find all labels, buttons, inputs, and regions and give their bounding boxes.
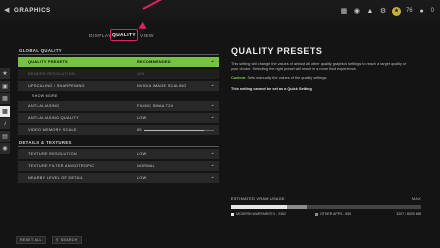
search-icon: ⚲ [55,238,59,242]
texture-resolution-row[interactable]: TEXTURE RESOLUTION LOW ⌄ [18,149,219,159]
texture-filter-row[interactable]: TEXTURE FILTER ANISOTROPIC NORMAL ⌄ [18,161,219,171]
friends-icon[interactable]: ● [418,7,426,15]
speaker-icon[interactable]: ♪ [0,118,10,129]
reset-label: RESET ALL [20,238,42,242]
legend-swatch-app [231,212,234,216]
search-label: SEARCH [60,238,78,242]
reset-all-button[interactable]: RESET ALL [16,236,46,244]
row-label: ANTI-ALIASING QUALITY [28,116,80,120]
nearby-lod-row[interactable]: NEARBY LEVEL OF DETAIL LOW ⌄ [18,173,219,183]
section-header-details: DETAILS & TEXTURES [18,138,219,147]
chevron-down-icon: ⌄ [210,174,215,180]
vram-max-label: MAX [411,197,421,201]
row-value: LOW [137,176,147,180]
vram-legend: MODERN WARFARE® II : 2352 OTHER APPS : 8… [231,212,421,218]
row-label: TEXTURE FILTER ANISOTROPIC [28,164,95,168]
row-value: 100 [137,72,145,76]
star-icon[interactable]: ★ [0,68,10,79]
custom-label: Custom: [231,76,247,80]
quality-presets-row[interactable]: QUALITY PRESETS RECOMMENDED ⌄ [18,57,219,67]
row-value: LOW [137,116,147,120]
aa-quality-row[interactable]: ANTI-ALIASING QUALITY LOW ⌄ [18,113,219,123]
vram-legend-app: MODERN WARFARE® II : 2352 [231,212,286,216]
back-icon[interactable]: ◀ [4,7,11,14]
custom-text: Sets manually the values of the quality … [247,76,328,80]
vram-bar [231,205,421,209]
chevron-down-icon: ⌄ [210,114,215,120]
row-label: QUALITY PRESETS [28,60,68,64]
row-value: NORMAL [137,164,156,168]
row-value: NVIDIA IMAGE SCALING [137,84,187,88]
row-label: NEARBY LEVEL OF DETAIL [28,176,84,180]
description-note: This setting cannot be set as a Quick Se… [231,87,312,91]
page-title: GRAPHICS [14,7,51,14]
grid-icon[interactable]: ▦ [340,7,348,15]
row-label: RENDER RESOLUTION [28,72,75,76]
chevron-down-icon: ⌄ [210,58,215,64]
vram-usage: ESTIMATED VRAM USAGE MAX MODERN WARFARE®… [231,197,421,218]
top-icons: ▦ ◉ ▲ ⚙ ★ 76 ● 0 [340,6,434,16]
tab-quality[interactable]: QUALITY [110,29,138,41]
headset-icon[interactable]: ◉ [353,7,361,15]
row-label: VIDEO MEMORY SCALE [28,128,77,132]
slider-fill [144,129,204,131]
monitor-icon[interactable]: ▩ [0,105,10,117]
row-value: LOW [137,152,147,156]
vram-title: ESTIMATED VRAM USAGE [231,197,285,201]
row-value: RECOMMENDED [137,60,171,64]
vram-header: ESTIMATED VRAM USAGE MAX [231,197,421,203]
row-label: ANTI-ALIASING [28,104,60,108]
bottom-bar: RESET ALL ⚲ SEARCH [16,236,82,244]
section-header-global: GLOBAL QUALITY [18,46,219,55]
render-resolution-row: RENDER RESOLUTION 100 [18,69,219,79]
description-text: This setting will change the values of a… [231,62,407,71]
controller-icon[interactable]: ▣ [0,80,10,92]
chevron-down-icon: ⌄ [210,150,215,156]
legend-app-label: MODERN WARFARE® II : 2352 [236,212,286,216]
side-rail: ★ ▣ ▦ ▩ ♪ ▤ ◉ [0,68,10,168]
chevron-down-icon: ⌄ [210,82,215,88]
vram-legend-other: OTHER APPS : 855 [315,212,351,216]
vram-app-fill [231,205,287,209]
interface-icon[interactable]: ▤ [0,130,10,142]
gear-icon[interactable]: ⚙ [379,7,387,15]
chevron-down-icon: ⌄ [210,162,215,168]
vram-other-fill [286,205,308,209]
anti-aliasing-row[interactable]: ANTI-ALIASING FILMIC SMAA T2X ⌄ [18,101,219,111]
description-custom: Custom: Sets manually the values of the … [231,76,421,80]
row-label: UPSCALING / SHARPENING [28,84,85,88]
tab-bar: DISPLAY QUALITY VIEW [0,29,440,42]
legend-other-label: OTHER APPS : 855 [320,212,352,216]
top-bar: ◀ GRAPHICS ▦ ◉ ▲ ⚙ ★ 76 ● 0 [0,0,440,22]
search-button[interactable]: ⚲ SEARCH [51,236,82,244]
row-value: FILMIC SMAA T2X [137,104,174,108]
row-value: 85 [137,128,142,132]
chevron-down-icon: ⌄ [210,102,215,108]
annotation-arrow-head [136,21,147,33]
tab-view[interactable]: VIEW [140,34,154,39]
description-title: QUALITY PRESETS [231,46,323,56]
account-icon[interactable]: ◉ [0,143,10,154]
video-memory-scale-row[interactable]: VIDEO MEMORY SCALE 85 [18,125,219,135]
memory-slider[interactable] [144,129,214,131]
keyboard-icon[interactable]: ▦ [0,93,10,104]
show-more-link[interactable]: SHOW MORE [18,92,219,99]
friends-count: 0 [430,8,434,14]
legend-swatch-other [315,212,318,216]
rank-icon: ★ [391,6,401,16]
vram-total: 3207 / 8000 MB [396,212,421,216]
description-panel: QUALITY PRESETS This setting will change… [231,46,421,91]
row-label: TEXTURE RESOLUTION [28,152,77,156]
tab-display[interactable]: DISPLAY [89,34,112,39]
upscaling-row[interactable]: UPSCALING / SHARPENING NVIDIA IMAGE SCAL… [18,81,219,91]
bell-icon[interactable]: ▲ [366,7,374,15]
settings-list: GLOBAL QUALITY QUALITY PRESETS RECOMMEND… [18,46,219,183]
level-text: 76 [405,8,413,14]
